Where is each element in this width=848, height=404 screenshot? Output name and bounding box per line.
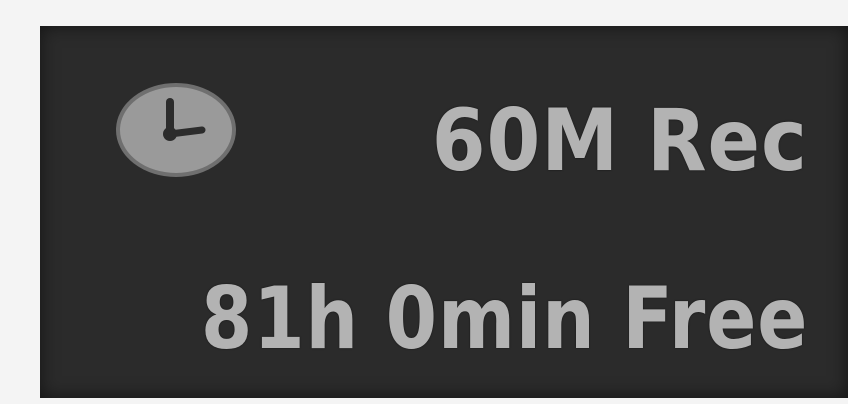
screen: 60M Rec 81h 0min Free	[0, 0, 848, 404]
free-space-label: 81h 0min Free	[200, 269, 808, 369]
osd-panel: 60M Rec 81h 0min Free	[40, 26, 848, 398]
record-mode-label: 60M Rec	[432, 91, 808, 191]
clock-icon	[112, 78, 240, 182]
